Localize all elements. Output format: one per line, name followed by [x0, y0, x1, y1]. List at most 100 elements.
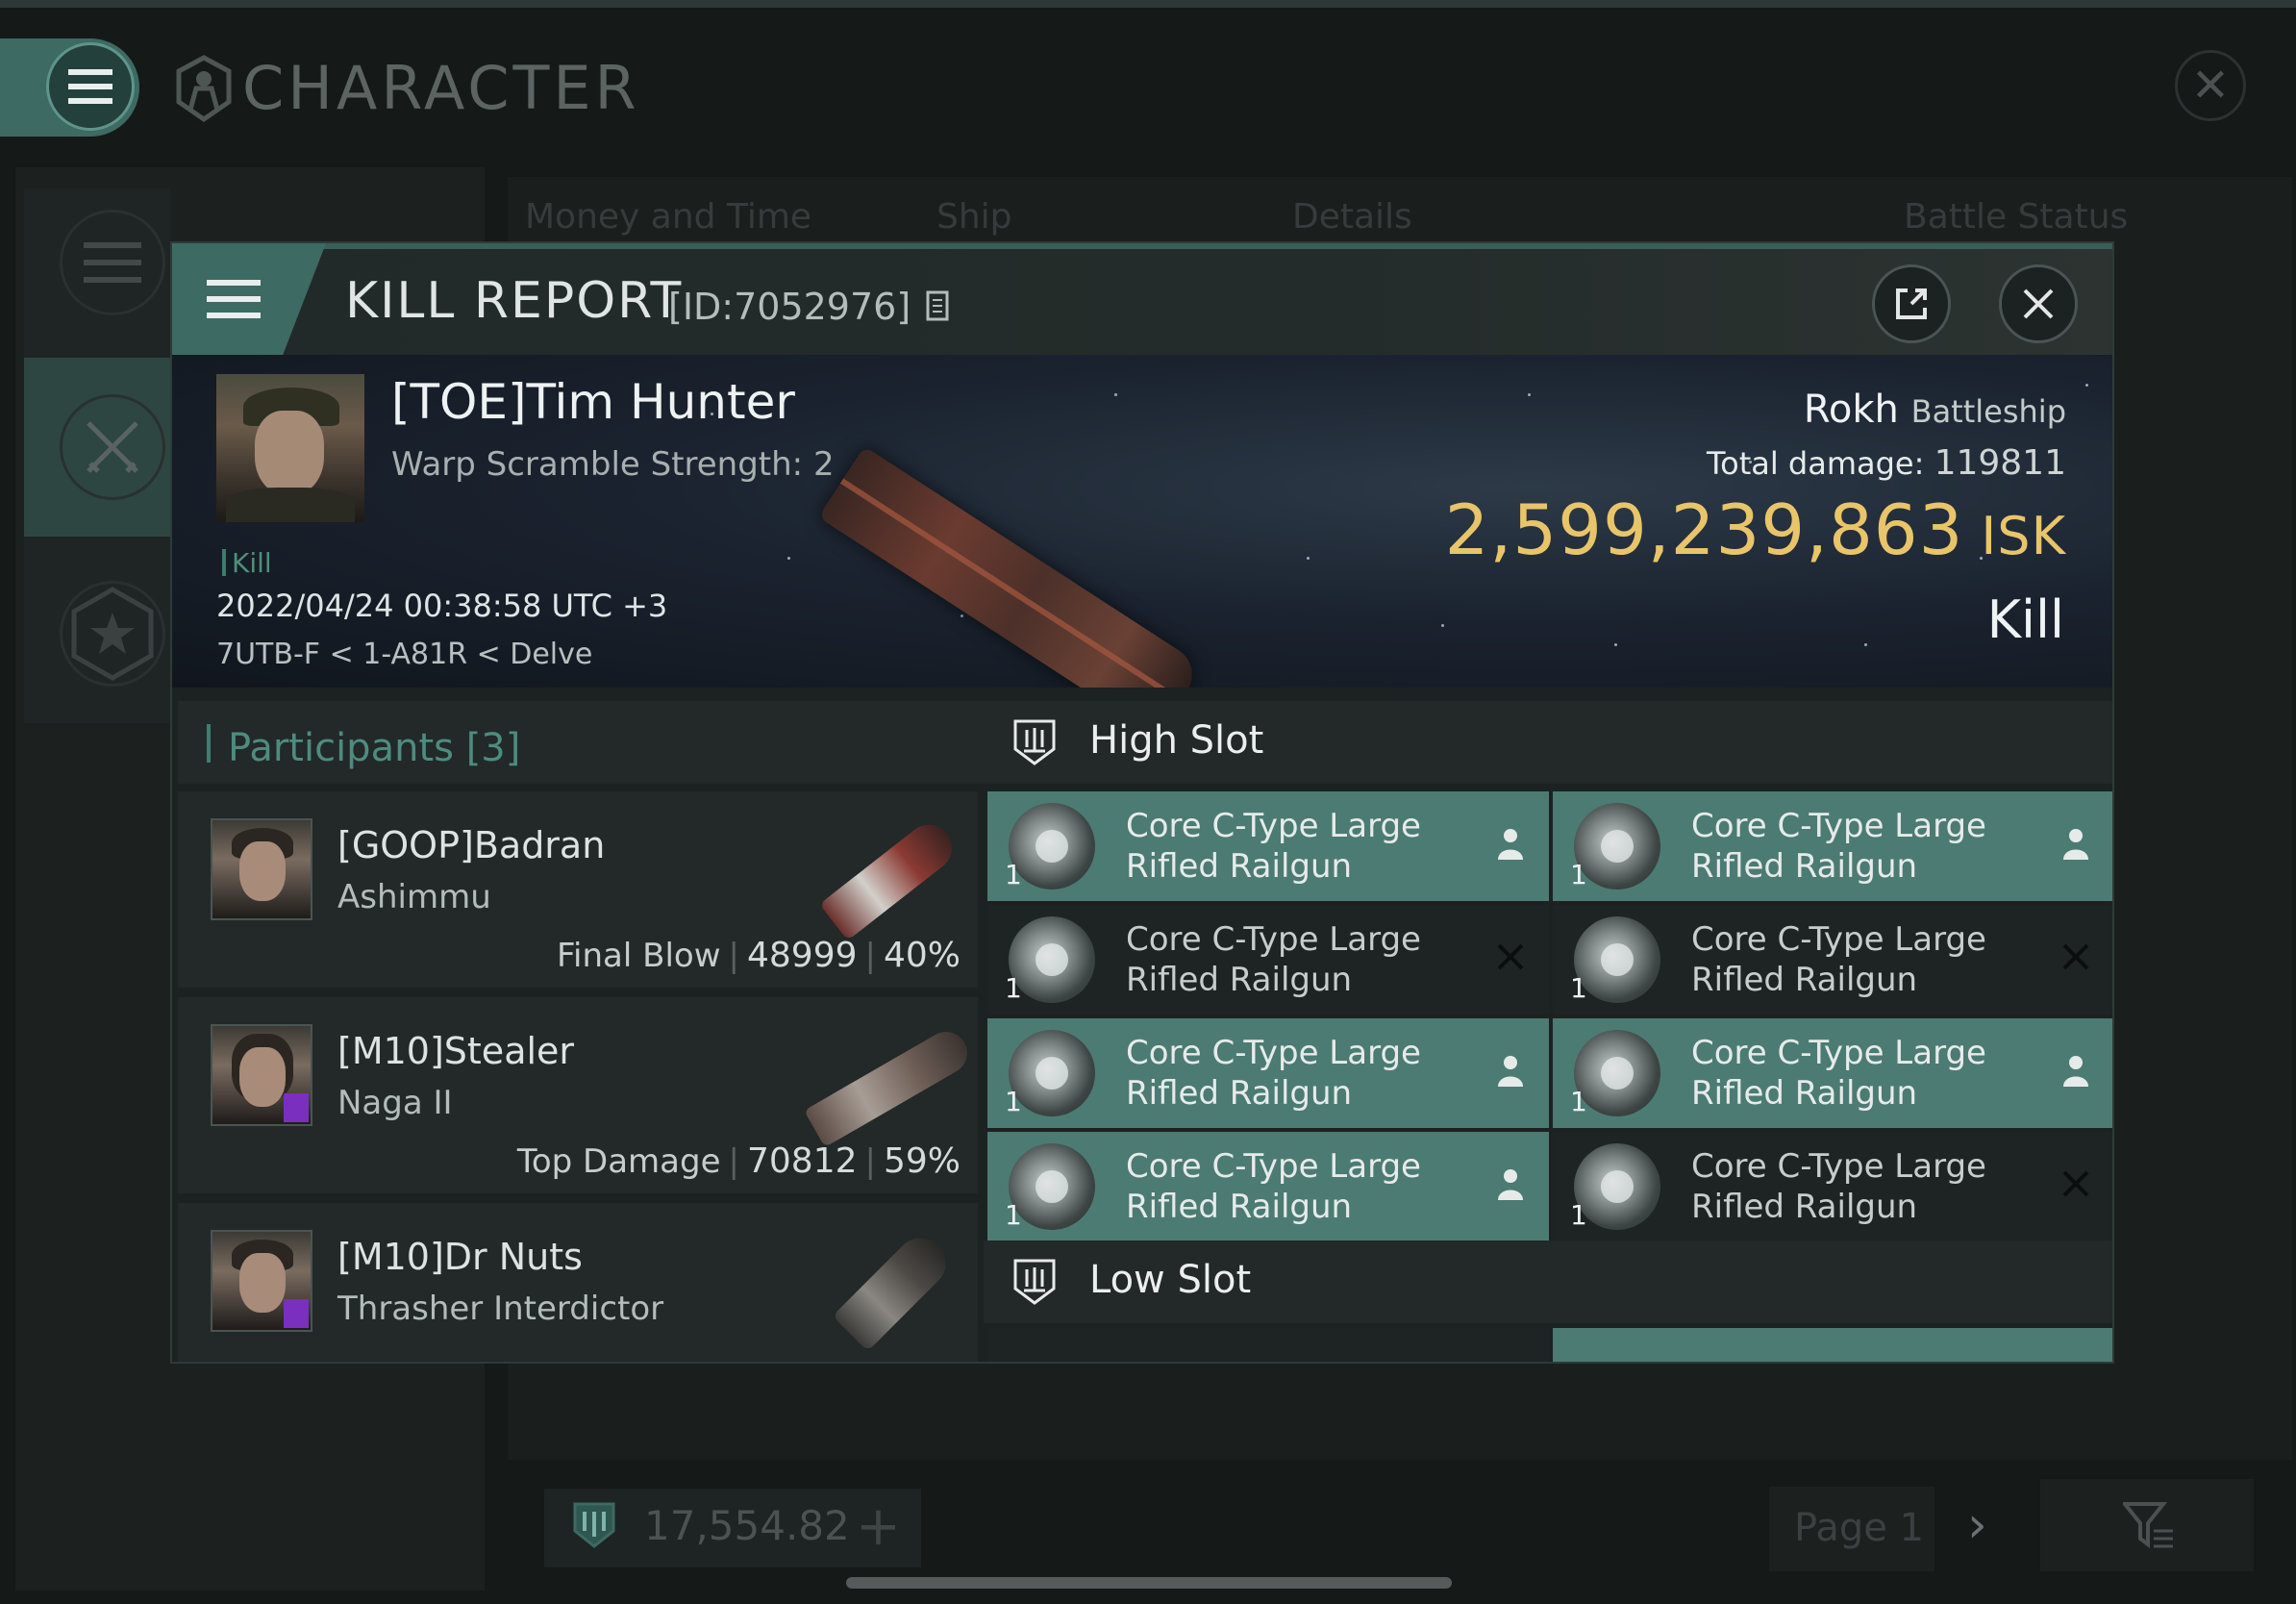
close-kill-report-button[interactable]: [1999, 264, 2078, 343]
list-icon: [84, 242, 141, 283]
page-indicator: Page 1: [1794, 1506, 1924, 1550]
module-item[interactable]: 1 Core C-Type Large Rifled Railgun: [1553, 791, 2112, 901]
x-icon: [2055, 936, 2097, 978]
module-quantity: 1: [1570, 859, 1587, 890]
tab-money-and-time[interactable]: Money and Time: [525, 197, 811, 237]
next-page-button[interactable]: ›: [1967, 1496, 1987, 1554]
close-character-button[interactable]: ✕: [2175, 50, 2246, 121]
module-item[interactable]: 1 Core C-Type Large Rifled Railgun: [1553, 1018, 2112, 1128]
filter-icon: [2123, 1502, 2173, 1548]
crossed-swords-icon: [87, 421, 138, 473]
low-slot-header: Low Slot: [984, 1241, 2112, 1323]
module-quantity: 1: [1005, 972, 1022, 1004]
kill-type-tag: Kill: [232, 547, 272, 579]
tab-details[interactable]: Details: [1292, 197, 1412, 237]
low-slot-title: Low Slot: [1089, 1258, 1252, 1302]
faction-badge: [284, 1299, 309, 1328]
participant-row[interactable]: [M10]Stealer Naga II Top Damage | 70812 | 59…: [178, 997, 978, 1193]
module-name-line2: Rifled Railgun: [1126, 961, 1353, 999]
module-quantity: 1: [1005, 1199, 1022, 1231]
module-item[interactable]: 1 Core C-Type Large Rifled Railgun: [1553, 1132, 2112, 1241]
victim-banner: [TOE]Tim Hunter Warp Scramble Strength: …: [172, 355, 2112, 688]
rail-combat-button[interactable]: [60, 394, 165, 500]
participant-portrait: [211, 1230, 312, 1332]
total-damage: Total damage: 119811: [1707, 443, 2066, 483]
kill-status: Kill: [1986, 589, 2064, 650]
rail-favorites-button[interactable]: [60, 581, 165, 687]
copy-icon[interactable]: [926, 290, 953, 323]
isk-icon: [573, 1502, 615, 1548]
victim-name[interactable]: [TOE]Tim Hunter: [391, 374, 795, 430]
module-item[interactable]: 1 Core C-Type Large Rifled Railgun: [987, 1132, 1549, 1241]
module-name-line2: Rifled Railgun: [1126, 1188, 1353, 1226]
participant-percent: 59%: [883, 1141, 961, 1181]
module-quantity: 1: [1005, 1086, 1022, 1117]
tab-battle-status[interactable]: Battle Status: [1904, 197, 2128, 237]
module-item[interactable]: 1 Core C-Type Large Rifled Railgun: [987, 791, 1549, 901]
participant-portrait: [211, 1024, 312, 1126]
victim-detail: Warp Scramble Strength: 2: [391, 445, 835, 484]
x-icon: [2055, 1163, 2097, 1205]
module-name-line1: Core C-Type Large: [1691, 920, 1986, 959]
share-button[interactable]: [1872, 264, 1951, 343]
kill-report-id-text: [ID:7052976]: [668, 286, 911, 328]
module-name-line1: Core C-Type Large: [1691, 1147, 1986, 1186]
module-name-line2: Rifled Railgun: [1691, 1074, 1918, 1113]
module-item[interactable]: 1 Core C-Type Large Rifled Railgun: [1553, 905, 2112, 1015]
total-damage-label: Total damage:: [1707, 445, 1925, 482]
x-icon: [1489, 936, 1532, 978]
participant-ship-render: [832, 1227, 957, 1352]
participant-stats: Final Blow | 48999 | 40%: [556, 936, 961, 975]
participant-row[interactable]: [M10]Dr Nuts Thrasher Interdictor: [178, 1203, 978, 1362]
participant-portrait: [211, 818, 312, 920]
high-slot-title: High Slot: [1089, 718, 1264, 763]
low-slot-module[interactable]: [1553, 1328, 2112, 1362]
kill-datetime: 2022/04/24 00:38:58 UTC +3: [216, 588, 668, 624]
module-quantity: 1: [1005, 859, 1022, 890]
add-funds-button[interactable]: +: [856, 1495, 901, 1558]
filter-button[interactable]: [2040, 1479, 2254, 1571]
hamburger-icon: [68, 69, 112, 104]
tab-ship[interactable]: Ship: [936, 197, 1012, 237]
participant-damage: 70812: [746, 1141, 858, 1181]
person-icon: [1489, 1049, 1532, 1091]
participants-count: [3]: [465, 726, 521, 770]
module-name-line1: Core C-Type Large: [1691, 1034, 1986, 1072]
external-link-icon: [1896, 288, 1927, 319]
total-damage-value: 119811: [1934, 443, 2066, 483]
module-quantity: 1: [1570, 1086, 1587, 1117]
person-icon: [2055, 1049, 2097, 1091]
participant-row[interactable]: [GOOP]Badran Ashimmu Final Blow | 48999 | 40…: [178, 791, 978, 988]
module-item[interactable]: 1 Core C-Type Large Rifled Railgun: [987, 1018, 1549, 1128]
kill-location[interactable]: 7UTB-F < 1-A81R < Delve: [216, 638, 592, 671]
low-slot-module[interactable]: [987, 1328, 1549, 1362]
module-name-line1: Core C-Type Large: [1126, 920, 1421, 959]
participant-name: [M10]Dr Nuts: [337, 1236, 583, 1278]
isk-unit: ISK: [1981, 506, 2066, 566]
module-quantity: 1: [1570, 972, 1587, 1004]
person-icon: [1489, 1163, 1532, 1205]
low-slot-icon: [1013, 1259, 1056, 1305]
top-border: [0, 0, 2296, 8]
participants-title: Participants [3]: [228, 726, 520, 770]
participant-stat-label: Final Blow: [556, 937, 721, 975]
participant-ship-render: [819, 815, 961, 941]
module-name-line1: Core C-Type Large: [1691, 807, 1986, 845]
participants-accent: [207, 724, 211, 763]
horizontal-scrollbar[interactable]: [846, 1577, 1452, 1589]
person-icon: [1489, 822, 1532, 865]
module-item[interactable]: 1 Core C-Type Large Rifled Railgun: [987, 905, 1549, 1015]
victim-ship-name: Rokh: [1803, 388, 1899, 432]
participant-ship: Ashimmu: [337, 878, 491, 916]
person-icon: [2055, 822, 2097, 865]
participant-stats: Top Damage | 70812 | 59%: [516, 1141, 961, 1181]
high-slot-icon: [1013, 719, 1056, 765]
module-name-line2: Rifled Railgun: [1126, 1074, 1353, 1113]
victim-portrait[interactable]: [216, 374, 364, 522]
main-menu-button[interactable]: [46, 42, 135, 131]
high-slot-header: High Slot: [984, 701, 2112, 784]
participant-percent: 40%: [883, 936, 961, 975]
rail-list-button[interactable]: [60, 210, 165, 315]
module-name-line2: Rifled Railgun: [1691, 1188, 1918, 1226]
character-icon: [176, 55, 232, 123]
